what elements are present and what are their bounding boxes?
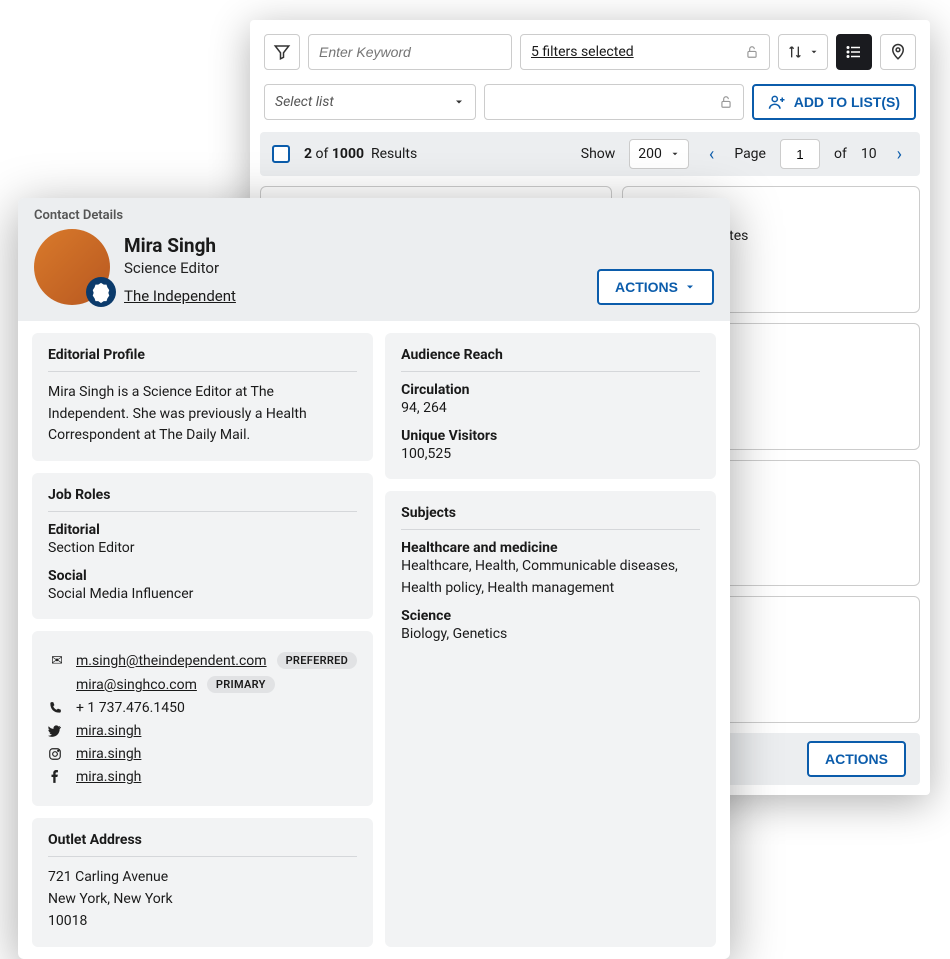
subject-key: Science (401, 608, 700, 624)
chevron-down-icon (453, 96, 465, 108)
next-page[interactable]: › (891, 144, 908, 165)
subjects-panel: Subjects Healthcare and medicine Healthc… (385, 491, 716, 946)
audience-reach-heading: Audience Reach (401, 347, 700, 372)
job-role-text: Section Editor (48, 538, 357, 560)
sort-button[interactable] (778, 34, 828, 70)
instagram-icon (48, 747, 66, 761)
results-count: 2 of 1000 Results (304, 146, 417, 162)
job-role-category: Editorial (48, 522, 357, 538)
keyword-input[interactable] (308, 34, 512, 70)
show-label: Show (581, 146, 616, 162)
filters-selected-text: 5 filters selected (531, 44, 634, 60)
subject-key: Healthcare and medicine (401, 540, 700, 556)
lock-icon (719, 95, 733, 109)
address-line: 721 Carling Avenue (48, 867, 357, 889)
job-roles-panel: Job Roles Editorial Section Editor Socia… (32, 473, 373, 619)
page-size-value: 200 (638, 146, 662, 162)
audience-key: Unique Visitors (401, 428, 700, 444)
audience-value: 94, 264 (401, 398, 700, 420)
filters-selected[interactable]: 5 filters selected (520, 34, 770, 70)
lock-icon (745, 45, 759, 59)
verified-badge-icon (90, 281, 112, 303)
facebook-link[interactable]: mira.singh (76, 769, 141, 785)
twitter-link[interactable]: mira.singh (76, 723, 141, 739)
outlet-address-panel: Outlet Address 721 Carling Avenue New Yo… (32, 818, 373, 946)
facebook-icon (48, 770, 66, 784)
audience-reach-panel: Audience Reach Circulation 94, 264 Uniqu… (385, 333, 716, 479)
avatar (34, 229, 110, 305)
list-view-button[interactable] (836, 34, 872, 70)
select-all-checkbox[interactable] (272, 145, 290, 163)
sort-icon (787, 44, 803, 60)
audience-value: 100,525 (401, 444, 700, 466)
phone-text: + 1 737.476.1450 (76, 700, 185, 716)
page-label: Page (734, 146, 766, 162)
twitter-icon (48, 724, 66, 738)
editorial-profile-panel: Editorial Profile Mira Singh is a Scienc… (32, 333, 373, 461)
outlet-link[interactable]: The Independent (124, 287, 236, 305)
locked-field (484, 84, 744, 120)
phone-icon (48, 701, 66, 715)
subjects-heading: Subjects (401, 505, 700, 530)
of-word: of (834, 146, 847, 162)
email-link[interactable]: mira@singhco.com (76, 677, 197, 693)
outlet-address-heading: Outlet Address (48, 832, 357, 857)
editorial-profile-heading: Editorial Profile (48, 347, 357, 372)
email-tag: PREFERRED (277, 652, 358, 669)
add-to-lists-label: ADD TO LIST(S) (794, 94, 900, 110)
contact-role: Science Editor (124, 259, 583, 277)
filter-icon[interactable] (264, 34, 300, 70)
editorial-profile-text: Mira Singh is a Science Editor at The In… (48, 382, 357, 447)
select-list-dropdown[interactable]: Select list (264, 84, 476, 120)
contact-name: Mira Singh (124, 234, 583, 257)
map-view-button[interactable] (880, 34, 916, 70)
job-role-category: Social (48, 568, 357, 584)
page-input[interactable] (780, 139, 820, 169)
email-icon: ✉ (48, 653, 66, 669)
job-role-text: Social Media Influencer (48, 584, 357, 606)
subject-value: Biology, Genetics (401, 624, 700, 646)
instagram-link[interactable]: mira.singh (76, 746, 141, 762)
select-list-label: Select list (275, 94, 334, 110)
contact-details-panel: Contact Details Mira Singh Science Edito… (18, 198, 730, 959)
actions-button[interactable]: ACTIONS (807, 741, 906, 777)
prev-page[interactable]: ‹ (703, 144, 720, 165)
person-add-icon (768, 93, 786, 111)
subject-value: Healthcare, Health, Communicable disease… (401, 556, 700, 599)
chevron-down-icon (670, 149, 680, 159)
email-tag: PRIMARY (207, 676, 275, 693)
total-pages: 10 (861, 146, 877, 162)
results-bar: 2 of 1000 Results Show 200 ‹ Page of 10 … (260, 132, 920, 176)
add-to-lists-button[interactable]: ADD TO LIST(S) (752, 84, 916, 120)
panel-title: Contact Details (34, 208, 714, 223)
email-link[interactable]: m.singh@theindependent.com (76, 653, 267, 669)
contact-actions-button[interactable]: ACTIONS (597, 269, 714, 305)
audience-key: Circulation (401, 382, 700, 398)
chevron-down-icon (684, 281, 696, 293)
contacts-panel: ✉ m.singh@theindependent.com PREFERRED m… (32, 631, 373, 806)
chevron-down-icon (809, 47, 819, 57)
job-roles-heading: Job Roles (48, 487, 357, 512)
address-line: New York, New York (48, 889, 357, 911)
page-size-select[interactable]: 200 (629, 139, 689, 169)
